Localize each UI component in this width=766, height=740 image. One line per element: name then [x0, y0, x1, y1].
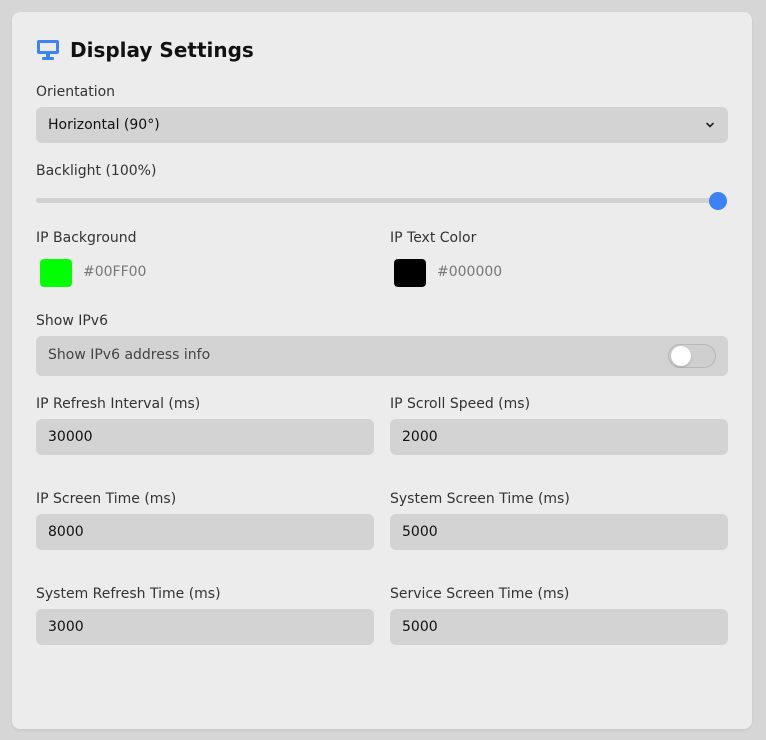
ip-background-color-swatch[interactable]	[40, 259, 72, 287]
system-screen-time-input[interactable]: 5000	[390, 514, 728, 550]
show-ipv6-description: Show IPv6 address info	[48, 347, 211, 363]
system-screen-time-label: System Screen Time (ms)	[390, 491, 570, 507]
ip-refresh-interval-input[interactable]: 30000	[36, 419, 374, 455]
display-settings-card: Display Settings Orientation Horizontal …	[12, 12, 752, 729]
ip-text-color-swatch[interactable]	[394, 259, 426, 287]
monitor-icon	[36, 39, 60, 61]
orientation-value: Horizontal (90°)	[48, 117, 160, 133]
show-ipv6-row: Show IPv6 address info	[36, 336, 728, 376]
service-screen-time-label: Service Screen Time (ms)	[390, 586, 570, 602]
show-ipv6-toggle[interactable]	[668, 344, 716, 368]
orientation-label: Orientation	[36, 84, 116, 100]
show-ipv6-label: Show IPv6	[36, 313, 108, 329]
orientation-select[interactable]: Horizontal (90°)	[36, 107, 728, 143]
ip-text-color-label: IP Text Color	[390, 230, 477, 246]
backlight-slider-track[interactable]	[36, 198, 718, 203]
system-refresh-time-input[interactable]: 3000	[36, 609, 374, 645]
backlight-label: Backlight (100%)	[36, 163, 157, 179]
ip-scroll-speed-label: IP Scroll Speed (ms)	[390, 396, 531, 412]
backlight-slider-thumb[interactable]	[709, 192, 727, 210]
chevron-down-icon	[704, 119, 716, 131]
card-header: Display Settings	[36, 36, 254, 64]
toggle-knob	[671, 346, 691, 366]
ip-background-hex: #00FF00	[83, 264, 147, 280]
service-screen-time-input[interactable]: 5000	[390, 609, 728, 645]
ip-screen-time-input[interactable]: 8000	[36, 514, 374, 550]
ip-refresh-interval-label: IP Refresh Interval (ms)	[36, 396, 201, 412]
ip-scroll-speed-input[interactable]: 2000	[390, 419, 728, 455]
ip-background-label: IP Background	[36, 230, 137, 246]
system-refresh-time-label: System Refresh Time (ms)	[36, 586, 221, 602]
ip-screen-time-label: IP Screen Time (ms)	[36, 491, 177, 507]
page-title: Display Settings	[70, 38, 254, 62]
ip-text-color-hex: #000000	[437, 264, 503, 280]
